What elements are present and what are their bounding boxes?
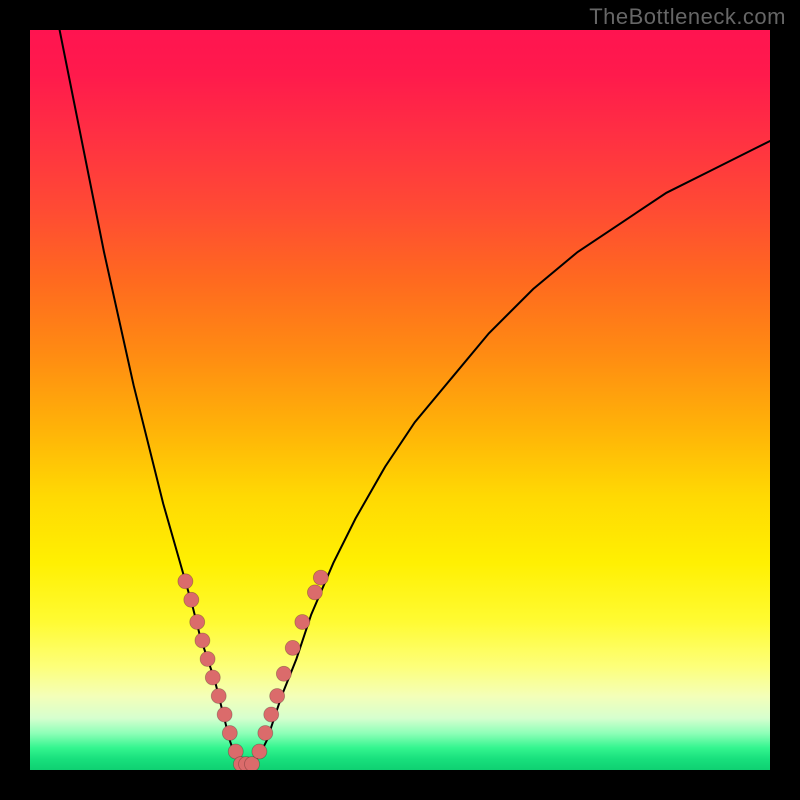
data-dot (222, 726, 237, 741)
data-dot (252, 744, 267, 759)
right-curve (252, 141, 770, 765)
data-dot (184, 592, 199, 607)
data-dot (258, 726, 273, 741)
data-dot (195, 633, 210, 648)
data-dot (200, 652, 215, 667)
data-dot (270, 689, 285, 704)
plot-area (30, 30, 770, 770)
watermark-text: TheBottleneck.com (589, 4, 786, 30)
data-dot (205, 670, 220, 685)
data-dot (211, 689, 226, 704)
data-dot (307, 585, 322, 600)
chart-svg (30, 30, 770, 770)
data-dot (190, 615, 205, 630)
data-dot (276, 666, 291, 681)
data-dot (285, 640, 300, 655)
data-dot (313, 570, 328, 585)
data-dot (178, 574, 193, 589)
data-dot (264, 707, 279, 722)
chart-stage: TheBottleneck.com (0, 0, 800, 800)
data-dot (217, 707, 232, 722)
data-dot (295, 615, 310, 630)
data-dots (178, 570, 328, 770)
